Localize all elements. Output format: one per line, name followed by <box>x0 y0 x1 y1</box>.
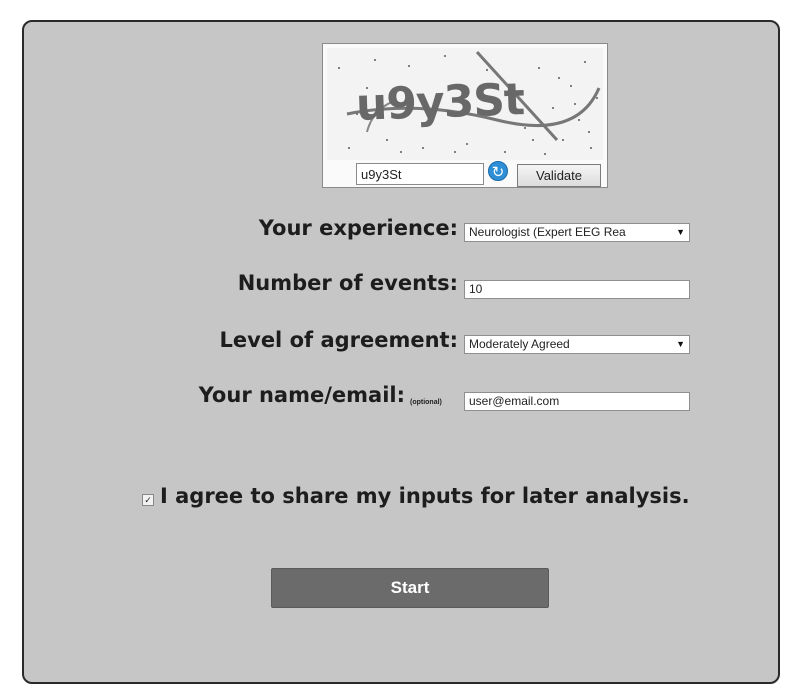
experience-label: Your experience: <box>258 216 458 240</box>
dropdown-arrow-icon: ▼ <box>676 339 685 349</box>
agreement-select[interactable]: Moderately Agreed ▼ <box>464 335 690 354</box>
events-input[interactable]: 10 <box>464 280 690 299</box>
captcha-text: u9y3St <box>355 74 525 131</box>
experience-value: Neurologist (Expert EEG Rea <box>469 225 626 239</box>
captcha-image: u9y3St <box>327 48 603 160</box>
name-email-value: user@email.com <box>469 394 560 408</box>
refresh-icon[interactable]: ↻ <box>488 161 508 181</box>
events-value: 10 <box>469 282 483 296</box>
events-label: Number of events: <box>237 271 458 295</box>
dropdown-arrow-icon: ▼ <box>676 227 685 237</box>
captcha-box: u9y3St ↻ Validate <box>322 43 608 188</box>
start-button[interactable]: Start <box>271 568 549 608</box>
agreement-label: Level of agreement: <box>219 328 459 352</box>
name-email-input[interactable]: user@email.com <box>464 392 690 411</box>
agreement-value: Moderately Agreed <box>469 337 570 351</box>
captcha-input[interactable] <box>356 163 484 185</box>
validate-button[interactable]: Validate <box>517 164 601 187</box>
consent-label: I agree to share my inputs for later ana… <box>160 484 690 508</box>
consent-checkbox[interactable]: ✓ <box>142 494 154 506</box>
name-label: Your name/email: <box>198 383 405 407</box>
experience-select[interactable]: Neurologist (Expert EEG Rea ▼ <box>464 223 690 242</box>
optional-note: (optional) <box>410 399 442 406</box>
